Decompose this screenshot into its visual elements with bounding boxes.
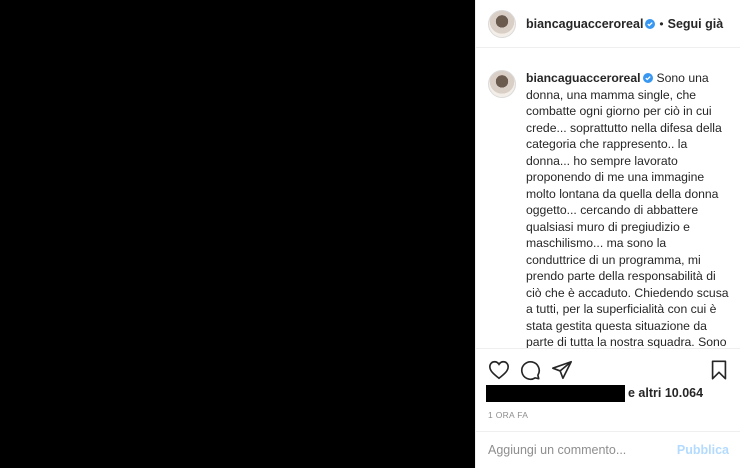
likes-count[interactable]: e altri 10.064 bbox=[628, 386, 703, 400]
heart-icon[interactable] bbox=[488, 359, 510, 381]
redacted-likers-bar bbox=[486, 384, 625, 402]
comment-input[interactable] bbox=[488, 443, 677, 457]
verified-badge-icon bbox=[643, 73, 654, 83]
bookmark-icon[interactable] bbox=[708, 359, 730, 381]
likes-row: e altri 10.064 bbox=[486, 384, 736, 402]
header-username[interactable]: biancaguacceroreal bbox=[526, 17, 643, 31]
avatar[interactable] bbox=[488, 70, 516, 98]
caption-username[interactable]: biancaguacceroreal bbox=[526, 71, 640, 85]
post-side-panel: biancaguacceroreal • Segui già biancagua… bbox=[475, 0, 740, 468]
post-header: biancaguacceroreal • Segui già bbox=[476, 0, 740, 48]
paper-plane-icon[interactable] bbox=[551, 359, 573, 381]
post-image-area bbox=[0, 0, 475, 468]
action-bar bbox=[476, 348, 740, 388]
publish-button[interactable]: Pubblica bbox=[677, 443, 729, 457]
comment-bar: Pubblica bbox=[476, 431, 740, 468]
comment-bubble-icon[interactable] bbox=[519, 359, 541, 381]
separator-dot: • bbox=[659, 16, 664, 31]
caption-area: biancaguacceroreal Sono una donna, una ma… bbox=[476, 49, 740, 348]
verified-badge-icon bbox=[645, 18, 656, 29]
post-timestamp[interactable]: 1 ORA FA bbox=[488, 410, 528, 420]
avatar[interactable] bbox=[488, 9, 516, 38]
follow-button[interactable]: Segui già bbox=[668, 17, 724, 31]
caption-text: Sono una donna, una mamma single, che co… bbox=[526, 71, 729, 348]
caption: biancaguacceroreal Sono una donna, una ma… bbox=[526, 70, 729, 348]
